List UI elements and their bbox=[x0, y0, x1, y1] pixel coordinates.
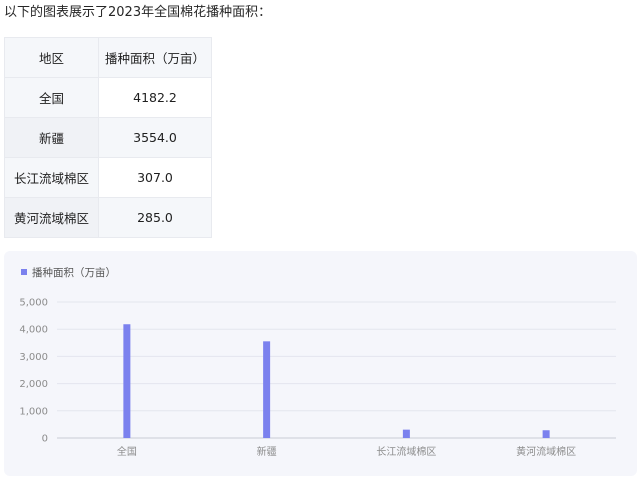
table-row: 黄河流域棉区 285.0 bbox=[4, 197, 212, 238]
table-row: 全国 4182.2 bbox=[4, 77, 212, 118]
y-tick-label: 3,000 bbox=[19, 352, 48, 363]
table-row: 新疆 3554.0 bbox=[4, 117, 212, 158]
table-row: 长江流域棉区 307.0 bbox=[4, 157, 212, 198]
cell-region: 长江流域棉区 bbox=[4, 157, 99, 198]
cell-area: 4182.2 bbox=[98, 77, 212, 118]
bar-chart: 播种面积（万亩） 0 1,000 2,000 3,000 4,000 5,000 全国 新疆 长江… bbox=[19, 266, 616, 458]
cell-region: 黄河流域棉区 bbox=[4, 197, 99, 238]
x-tick-label: 黄河流域棉区 bbox=[516, 445, 576, 458]
cotton-area-table: 地区 播种面积（万亩） 全国 4182.2 新疆 3554.0 长江流域棉区 3… bbox=[4, 37, 212, 238]
header-area: 播种面积（万亩） bbox=[98, 37, 212, 78]
cell-area: 285.0 bbox=[98, 197, 212, 238]
chart-card: 播种面积（万亩） 0 1,000 2,000 3,000 4,000 5,000 全国 新疆 长江… bbox=[4, 251, 637, 476]
table-header-row: 地区 播种面积（万亩） bbox=[4, 37, 212, 78]
y-tick-label: 5,000 bbox=[19, 298, 48, 309]
y-tick-label: 1,000 bbox=[19, 406, 48, 417]
cell-area: 3554.0 bbox=[98, 117, 212, 158]
bar bbox=[123, 324, 131, 438]
header-region: 地区 bbox=[4, 37, 99, 78]
bar bbox=[402, 429, 410, 438]
y-tick-label: 0 bbox=[42, 434, 48, 445]
legend-swatch bbox=[21, 269, 27, 275]
intro-text: 以下的图表展示了2023年全国棉花播种面积： bbox=[4, 5, 272, 20]
legend-label: 播种面积（万亩） bbox=[32, 266, 116, 279]
cell-region: 全国 bbox=[4, 77, 99, 118]
cell-area: 307.0 bbox=[98, 157, 212, 198]
cell-region: 新疆 bbox=[4, 117, 99, 158]
x-tick-label: 长江流域棉区 bbox=[376, 445, 436, 458]
x-tick-label: 全国 bbox=[117, 445, 137, 458]
bar bbox=[263, 341, 271, 438]
x-tick-label: 新疆 bbox=[257, 445, 277, 458]
y-tick-label: 4,000 bbox=[19, 325, 48, 336]
bar bbox=[542, 430, 550, 438]
y-tick-label: 2,000 bbox=[19, 379, 48, 390]
